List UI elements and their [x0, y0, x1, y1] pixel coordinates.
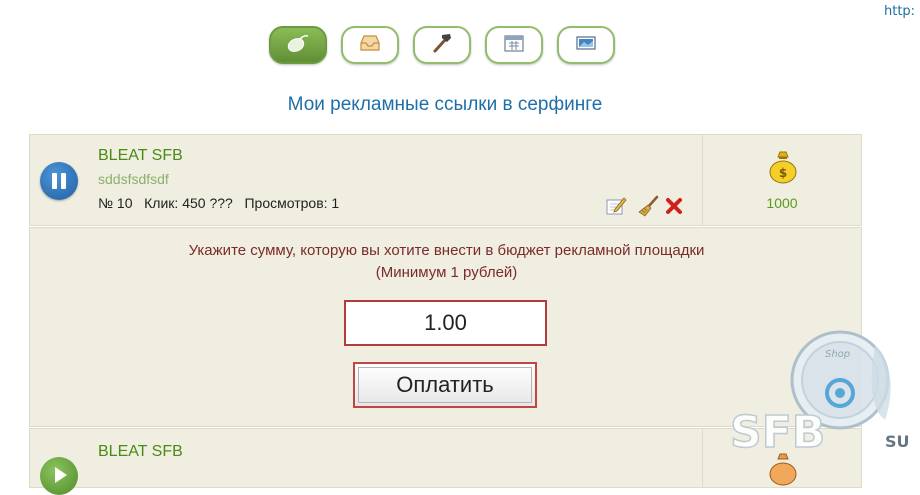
calendar-icon — [502, 33, 526, 58]
svg-text:$: $ — [779, 166, 787, 180]
ad-title-link[interactable]: BLEAT SFB — [98, 147, 183, 165]
mouse-icon — [286, 33, 310, 58]
pay-button[interactable]: Оплатить — [353, 362, 537, 408]
money-bag-icon: $ — [767, 149, 799, 190]
toolbar-banner-button[interactable] — [557, 26, 615, 64]
delete-icon[interactable] — [663, 195, 685, 217]
ad-title-link-2[interactable]: BLEAT SFB — [98, 443, 183, 461]
ad-row-1: BLEAT SFB sddsfsdfsdf № 10 Клик: 450 ???… — [29, 134, 862, 226]
toolbar-mouse-button[interactable] — [269, 26, 327, 64]
page-title: Мои рекламные ссылки в серфинге — [287, 94, 603, 115]
sfb-watermark-logo: SFB SU Shop — [725, 325, 920, 470]
banner-icon — [574, 33, 598, 58]
toolbar-calendar-button[interactable] — [485, 26, 543, 64]
ad-info: № 10 Клик: 450 ??? Просмотров: 1 — [98, 195, 340, 211]
ad-subtitle: sddsfsdfsdf — [98, 171, 169, 187]
play-button[interactable] — [40, 457, 78, 495]
payment-prompt-text: Укажите сумму, которую вы хотите внести … — [188, 242, 705, 259]
toolbar-inbox-button[interactable] — [341, 26, 399, 64]
pay-button-label: Оплатить — [358, 367, 532, 403]
inbox-icon — [358, 33, 382, 58]
watermark-ring-text: Shop — [825, 349, 850, 360]
corner-link-text[interactable]: http: — [884, 4, 915, 19]
price-column: $ 1000 — [702, 135, 861, 225]
broom-icon[interactable] — [637, 195, 659, 217]
watermark-suffix: SU — [885, 432, 910, 451]
payment-minimum-text: (Минимум 1 рублей) — [375, 264, 518, 281]
amount-input[interactable] — [344, 300, 547, 346]
payment-prompt: Укажите сумму, которую вы хотите внести … — [30, 240, 863, 284]
toolbar-hammer-button[interactable] — [413, 26, 471, 64]
ad-price: 1000 — [766, 195, 798, 211]
edit-icon[interactable] — [605, 195, 627, 217]
hammer-icon — [430, 32, 454, 59]
watermark-brand: SFB — [730, 407, 825, 458]
pause-button[interactable] — [40, 162, 78, 200]
